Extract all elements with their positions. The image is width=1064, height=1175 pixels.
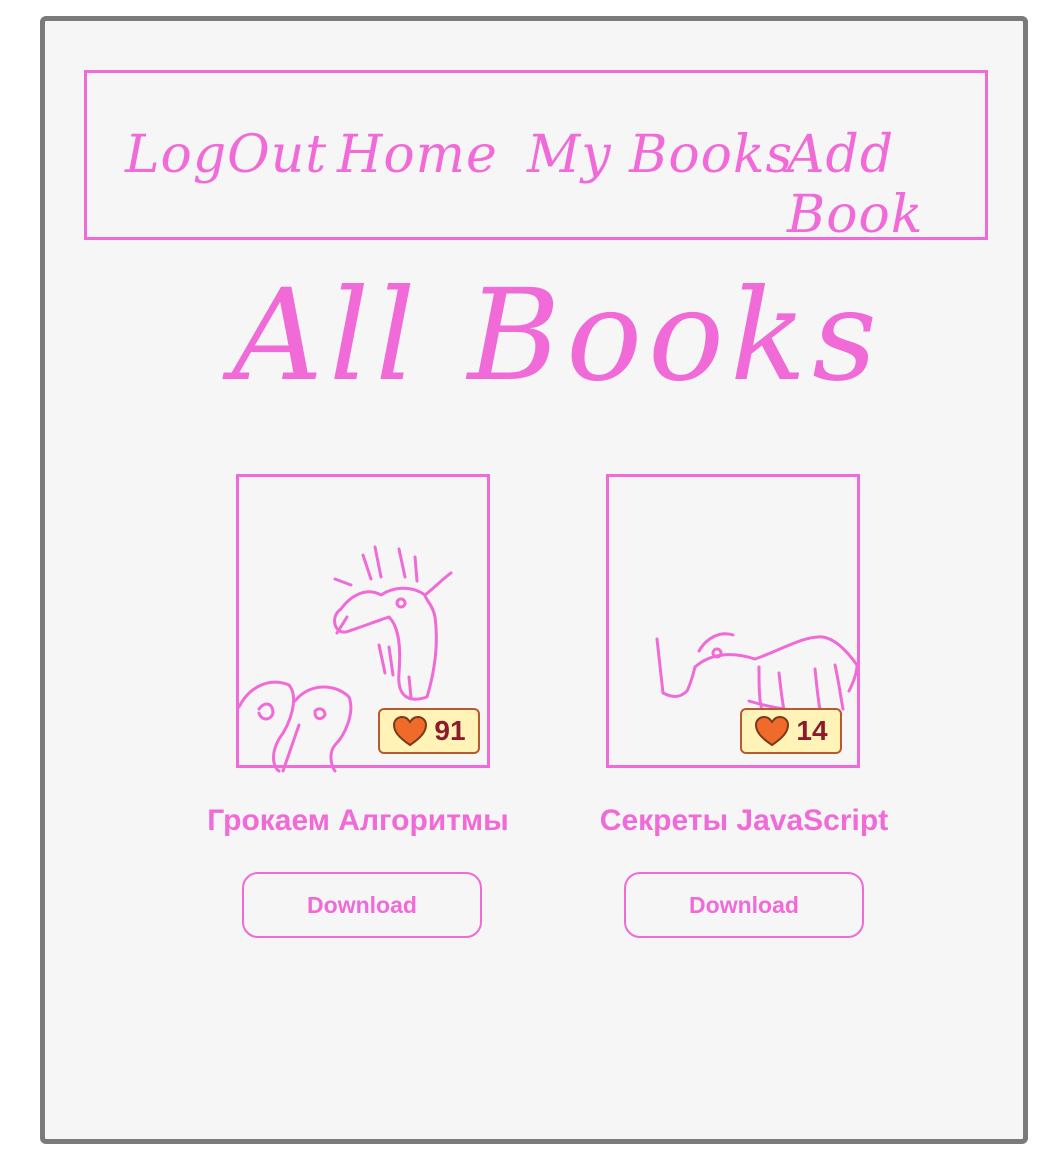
heart-icon — [393, 715, 428, 747]
book-card[interactable]: 91 — [236, 474, 490, 773]
nav-my-books-link[interactable]: My Books — [527, 125, 793, 185]
likes-badge[interactable]: 91 — [378, 708, 480, 754]
download-button[interactable]: Download — [242, 872, 482, 938]
likes-count: 91 — [434, 715, 466, 746]
top-navigation: LogOut Home My Books Add Book — [84, 70, 988, 245]
heart-icon — [755, 715, 790, 747]
nav-add-book-link[interactable]: Add Book — [787, 125, 985, 245]
page-title: All Books — [232, 262, 883, 409]
nav-logout-link[interactable]: LogOut — [125, 125, 327, 185]
book-title[interactable]: Грокаем Алгоритмы — [178, 804, 538, 838]
book-title[interactable]: Секреты JavaScript — [564, 804, 924, 838]
likes-count: 14 — [796, 715, 828, 746]
book-card[interactable]: 14 — [606, 474, 860, 768]
download-button[interactable]: Download — [624, 872, 864, 938]
nav-home-link[interactable]: Home — [337, 125, 498, 185]
likes-badge[interactable]: 14 — [740, 708, 842, 754]
